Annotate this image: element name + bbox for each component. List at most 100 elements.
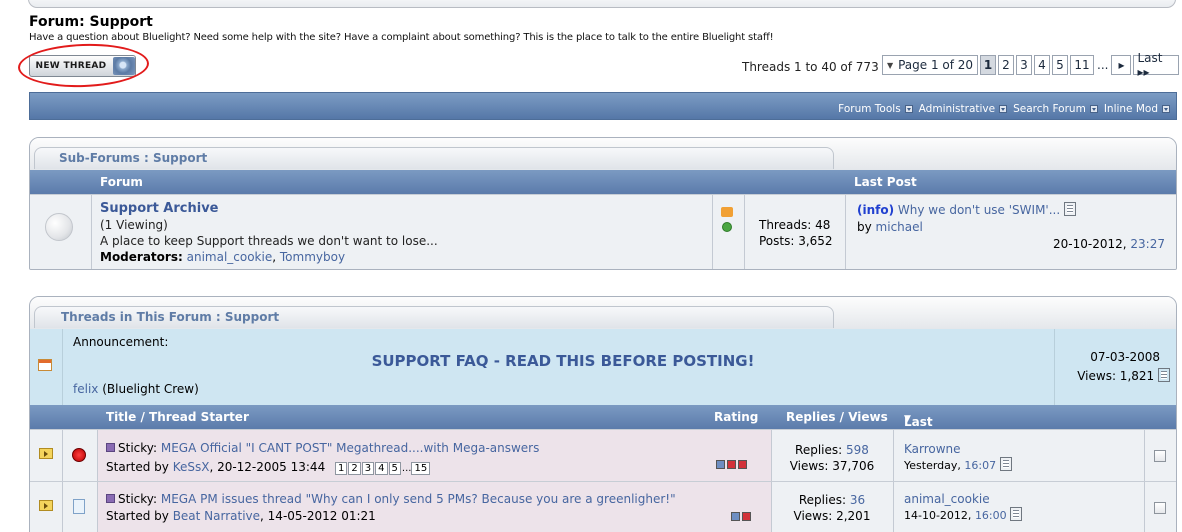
thread-page-link[interactable]: 5 bbox=[388, 462, 401, 475]
announcement-label: Announcement: bbox=[73, 335, 169, 349]
thread-status-icon bbox=[39, 500, 53, 511]
rating-icons bbox=[716, 460, 747, 469]
page-11-link[interactable]: 11 bbox=[1070, 55, 1094, 75]
go-to-post-icon[interactable] bbox=[1158, 368, 1170, 382]
last-page-button[interactable]: Last ▸▸ bbox=[1133, 51, 1180, 79]
subforums-panel: Sub-Forums : Support Forum Last Post Sup… bbox=[29, 137, 1177, 270]
forum-tools-menu[interactable]: Forum Tools bbox=[838, 103, 913, 115]
replies-label: Replies: bbox=[795, 443, 843, 457]
last-post-date: Yesterday, bbox=[904, 459, 961, 472]
go-to-post-icon[interactable] bbox=[999, 457, 1012, 471]
threads-column-header: Title / Thread Starter Rating Replies / … bbox=[30, 405, 1176, 457]
moderator-link[interactable]: Tommyboy bbox=[280, 250, 345, 264]
dropdown-arrow-icon bbox=[999, 105, 1008, 113]
go-to-post-icon[interactable] bbox=[1064, 202, 1077, 216]
last-post-user-link[interactable]: Karrowne bbox=[904, 441, 1012, 457]
forum-description: Have a question about Bluelight? Need so… bbox=[29, 32, 774, 43]
new-thread-orb-icon bbox=[113, 57, 135, 75]
thread-title-link[interactable]: MEGA Official "I CANT POST" Megathread..… bbox=[161, 441, 540, 455]
announcement-title-link[interactable]: SUPPORT FAQ - READ THIS BEFORE POSTING! bbox=[73, 352, 1053, 370]
stop-icon bbox=[72, 448, 86, 462]
last-post-title-link[interactable]: Why we don't use 'SWIM'... bbox=[898, 203, 1060, 217]
thread-select-checkbox[interactable] bbox=[1154, 502, 1166, 514]
thread-page-link[interactable]: 15 bbox=[411, 462, 431, 475]
replies-count-link[interactable]: 36 bbox=[850, 493, 865, 507]
sticky-prefix: Sticky: bbox=[118, 492, 158, 506]
announcement-row: Announcement: SUPPORT FAQ - READ THIS BE… bbox=[30, 329, 1176, 405]
document-icon bbox=[73, 499, 85, 514]
page-2-link[interactable]: 2 bbox=[998, 55, 1014, 75]
page-4-link[interactable]: 4 bbox=[1034, 55, 1050, 75]
announcement-views: Views: 1,821 bbox=[1077, 369, 1155, 383]
thread-select-checkbox[interactable] bbox=[1154, 450, 1166, 462]
go-to-post-icon[interactable] bbox=[1010, 507, 1023, 521]
started-by-label: Started by bbox=[106, 460, 169, 474]
moderators-label: Moderators: bbox=[100, 250, 183, 264]
page-3-link[interactable]: 3 bbox=[1016, 55, 1032, 75]
announcement-user-link[interactable]: felix bbox=[73, 382, 98, 396]
inline-mod-label: Inline Mod bbox=[1103, 103, 1158, 115]
last-post-time: 23:27 bbox=[1130, 237, 1165, 251]
subscribed-check-icon bbox=[722, 222, 732, 232]
top-panel-edge bbox=[28, 0, 1176, 8]
new-thread-button[interactable]: NEW THREAD bbox=[29, 55, 136, 77]
dropdown-arrow-icon bbox=[904, 105, 913, 113]
page-menu-dropdown[interactable]: ▼ Page 1 of 20 bbox=[882, 55, 978, 75]
by-label: by bbox=[857, 220, 872, 234]
started-by-label: Started by bbox=[106, 509, 169, 523]
col-replies-views[interactable]: Replies / Views bbox=[786, 410, 888, 424]
last-post-time: 16:00 bbox=[974, 509, 1007, 522]
col-last-post-by[interactable]: Last Post By ▼ bbox=[904, 410, 934, 457]
subforum-description: A place to keep Support threads we don't… bbox=[100, 234, 438, 248]
threads-panel: Threads in This Forum : Support Announce… bbox=[29, 296, 1177, 532]
moderator-link[interactable]: animal_cookie bbox=[187, 250, 273, 264]
thread-starter-link[interactable]: Beat Narrative bbox=[173, 509, 260, 523]
announcement-user-role: (Bluelight Crew) bbox=[102, 382, 199, 396]
forum-toolbar: Forum Tools Administrative Search Forum … bbox=[29, 92, 1177, 120]
thread-page-link[interactable]: 1 bbox=[335, 462, 348, 475]
forum-status-icon bbox=[45, 213, 73, 241]
rss-icon[interactable] bbox=[721, 207, 733, 217]
thread-status-icon bbox=[39, 448, 53, 459]
search-forum-menu[interactable]: Search Forum bbox=[1013, 103, 1098, 115]
last-post-user-link[interactable]: animal_cookie bbox=[904, 491, 1022, 507]
thread-page-link[interactable]: 4 bbox=[375, 462, 388, 475]
page-ellipsis: ... bbox=[1097, 58, 1109, 72]
col-rating[interactable]: Rating bbox=[714, 410, 758, 424]
inline-mod-menu[interactable]: Inline Mod bbox=[1104, 103, 1170, 115]
thread-page-link[interactable]: 3 bbox=[361, 462, 375, 475]
subforum-row: Support Archive (1 Viewing) A place to k… bbox=[30, 194, 1176, 269]
last-post-user-link[interactable]: michael bbox=[876, 220, 923, 234]
views-count: Views: 37,706 bbox=[789, 459, 875, 473]
views-count: Views: 2,201 bbox=[793, 509, 871, 523]
replies-count-link[interactable]: 598 bbox=[846, 443, 869, 457]
col-forum: Forum bbox=[100, 175, 143, 189]
chevron-down-icon: ▼ bbox=[886, 60, 894, 70]
thread-title-link[interactable]: MEGA PM issues thread "Why can I only se… bbox=[161, 492, 676, 506]
thread-row: Sticky: MEGA PM issues thread "Why can I… bbox=[30, 481, 1176, 532]
page-5-link[interactable]: 5 bbox=[1052, 55, 1068, 75]
thread-start-date: , 20-12-2005 13:44 bbox=[209, 460, 326, 474]
dropdown-arrow-icon bbox=[1162, 105, 1170, 113]
pagination: ▼ Page 1 of 20 1 2 3 4 5 11 ... ▸ Last ▸… bbox=[882, 51, 1180, 79]
rating-icons bbox=[731, 512, 751, 521]
thread-start-date: , 14-05-2012 01:21 bbox=[260, 509, 376, 523]
thread-pages-ellipsis: ... bbox=[401, 463, 412, 474]
threads-panel-title: Threads in This Forum : Support bbox=[34, 306, 834, 328]
sticky-icon bbox=[106, 443, 115, 452]
page-1-link[interactable]: 1 bbox=[980, 55, 996, 75]
page-title: Forum: Support bbox=[29, 14, 153, 30]
administrative-menu[interactable]: Administrative bbox=[918, 103, 1008, 115]
administrative-label: Administrative bbox=[918, 103, 996, 115]
last-post-date: 20-10-2012, bbox=[1053, 237, 1127, 251]
col-title-thread-starter[interactable]: Title / Thread Starter bbox=[106, 410, 249, 424]
subforum-posts-count: Posts: 3,652 bbox=[759, 234, 833, 248]
subforums-panel-title: Sub-Forums : Support bbox=[34, 147, 834, 169]
thread-page-link[interactable]: 2 bbox=[348, 462, 361, 475]
thread-starter-link[interactable]: KeSsX bbox=[173, 460, 210, 474]
subforums-panel-header: Sub-Forums : Support bbox=[30, 138, 1176, 170]
next-page-button[interactable]: ▸ bbox=[1111, 55, 1132, 75]
sticky-prefix: Sticky: bbox=[118, 441, 158, 455]
moderator-separator: , bbox=[272, 250, 280, 264]
subforum-name-link[interactable]: Support Archive bbox=[100, 201, 438, 217]
